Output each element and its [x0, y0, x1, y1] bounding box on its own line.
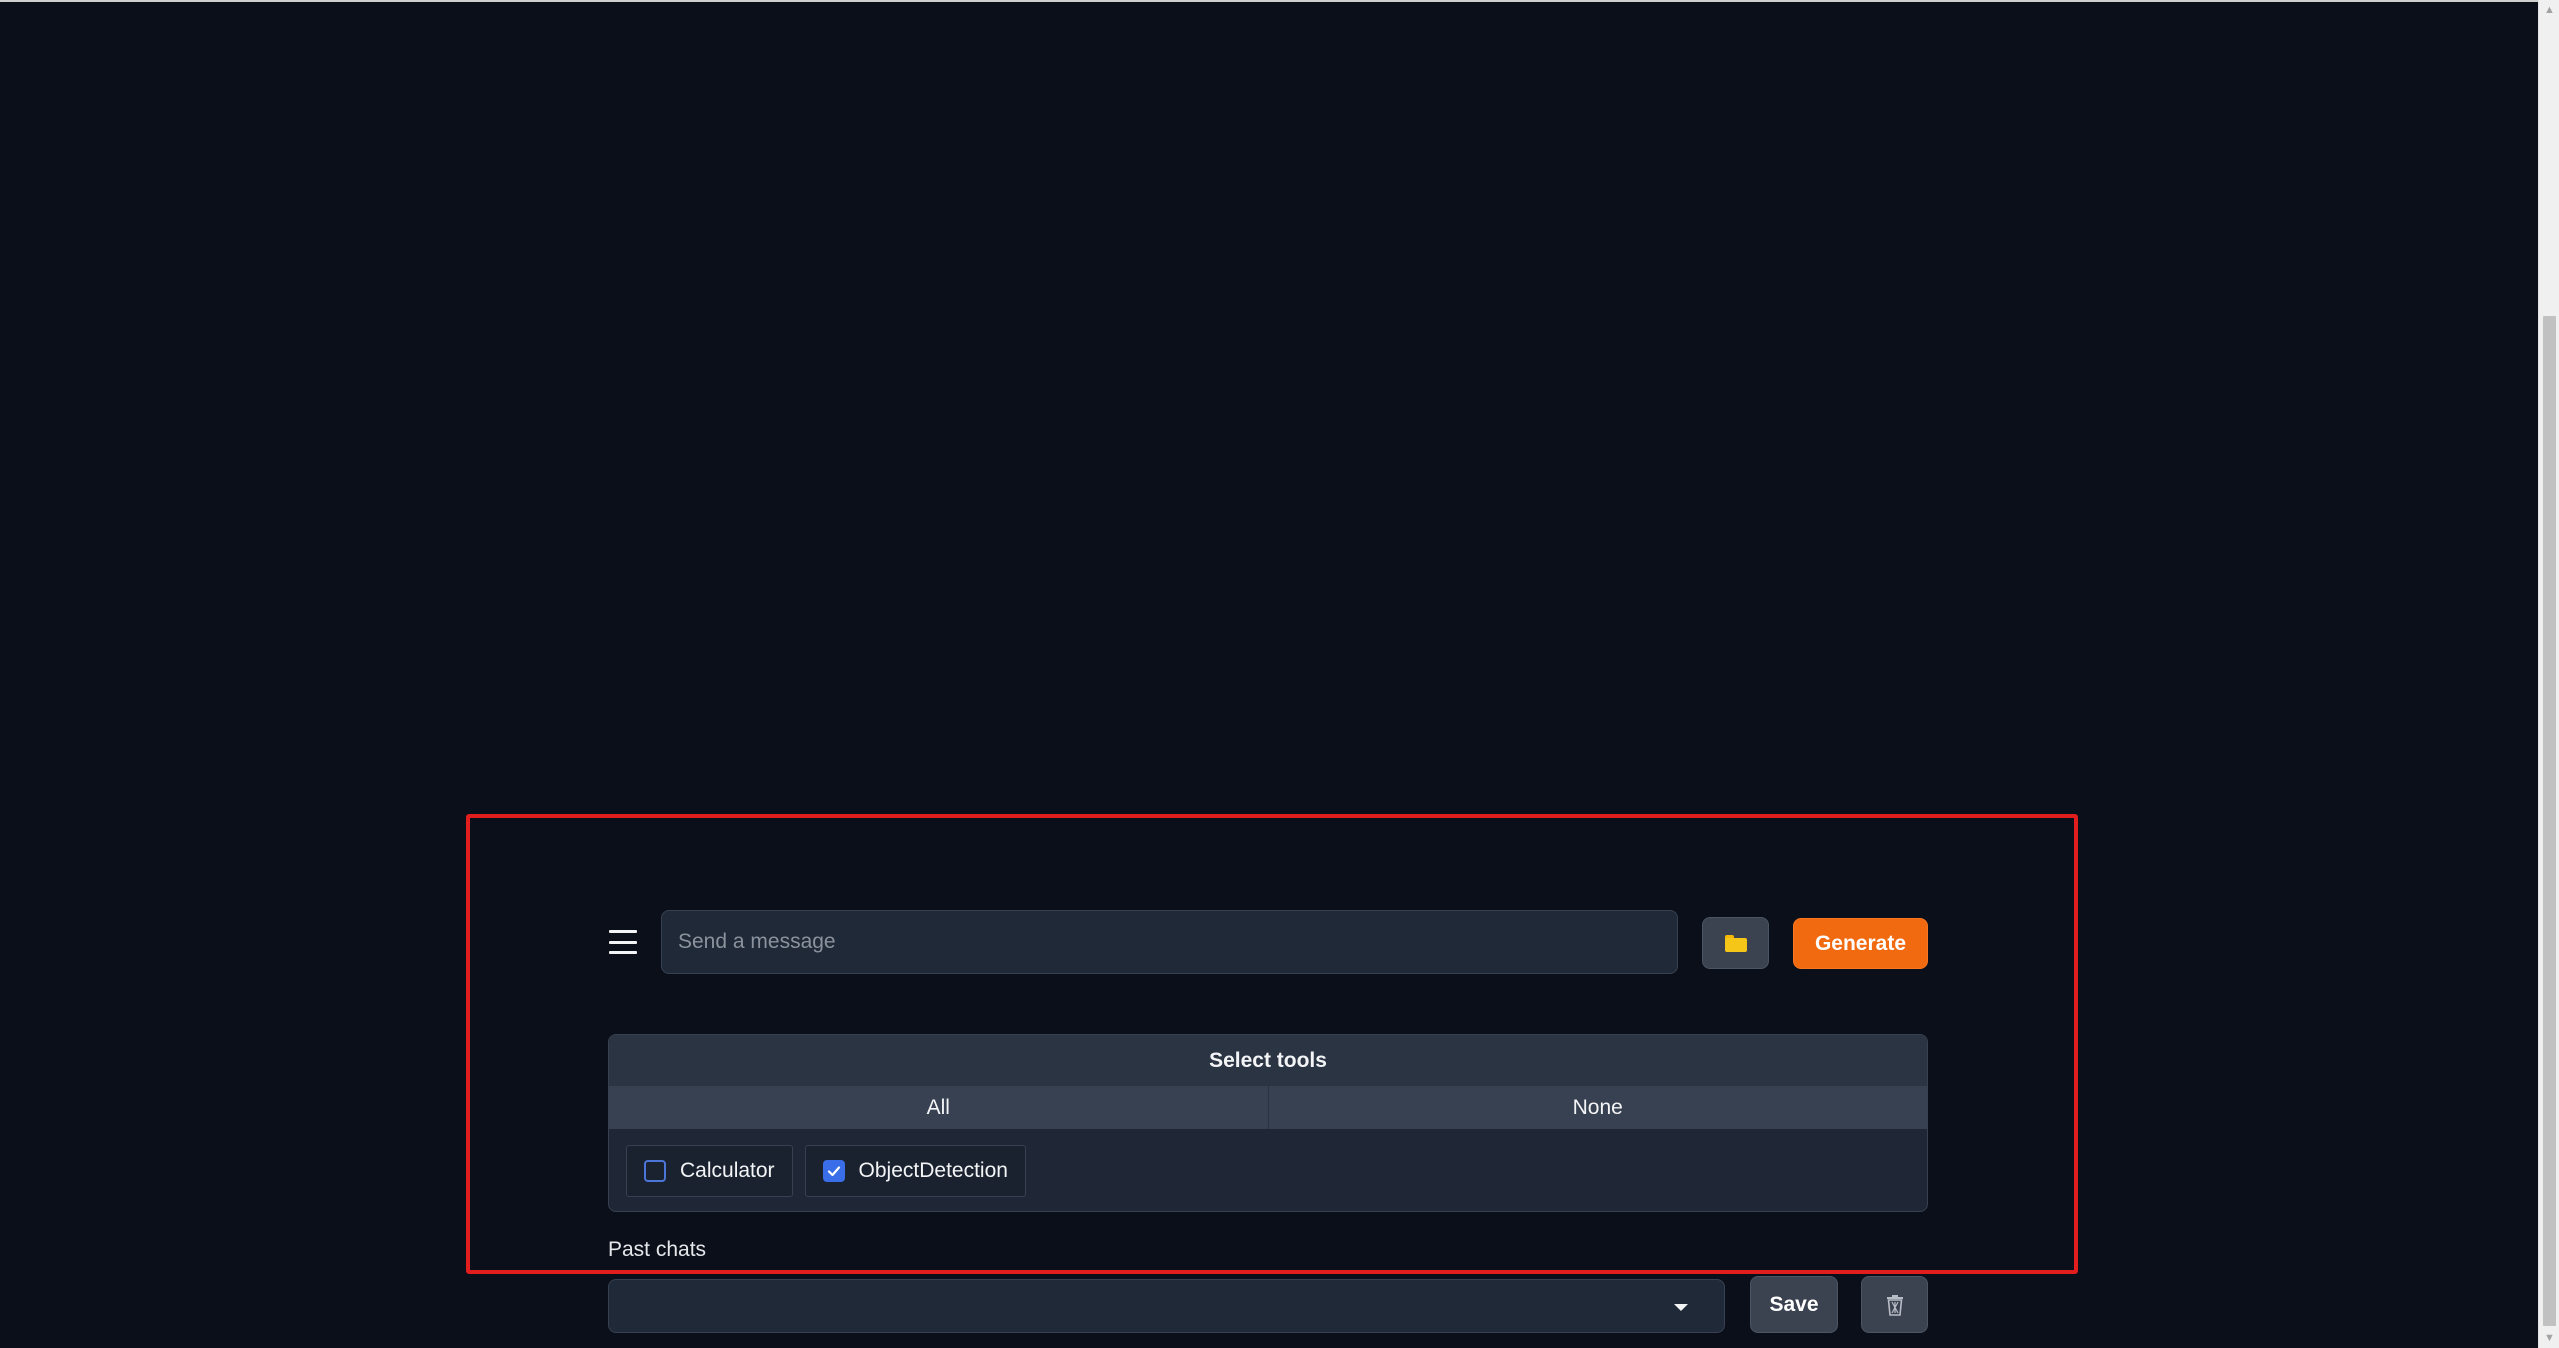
- save-chat-button[interactable]: Save: [1750, 1276, 1838, 1333]
- delete-chat-button[interactable]: [1861, 1276, 1928, 1333]
- message-input[interactable]: [661, 910, 1678, 974]
- tools-options: Calculator ObjectDetection: [609, 1129, 1927, 1211]
- scroll-up-icon[interactable]: ▲: [2539, 0, 2559, 20]
- select-no-tools-button[interactable]: None: [1267, 1086, 1927, 1129]
- tools-panel-title: Select tools: [609, 1035, 1927, 1086]
- tool-option-label: ObjectDetection: [858, 1159, 1008, 1182]
- upload-file-button[interactable]: [1702, 917, 1769, 969]
- generate-button[interactable]: Generate: [1793, 918, 1928, 969]
- past-chats-label: Past chats: [608, 1238, 707, 1261]
- objectdetection-checkbox[interactable]: [822, 1160, 845, 1182]
- scroll-down-icon[interactable]: ▼: [2539, 1328, 2559, 1348]
- tool-option-objectdetection[interactable]: ObjectDetection: [804, 1145, 1026, 1197]
- trash-icon: [1886, 1294, 1903, 1316]
- hamburger-menu-icon[interactable]: [609, 928, 637, 956]
- tools-panel: Select tools All None Calculator ObjectD…: [608, 1034, 1928, 1212]
- calculator-checkbox[interactable]: [644, 1160, 666, 1182]
- window-top-border: [0, 0, 2538, 2]
- check-icon: [827, 1166, 840, 1177]
- tool-option-calculator[interactable]: Calculator: [626, 1145, 793, 1197]
- past-chats-dropdown[interactable]: [608, 1279, 1725, 1333]
- tool-option-label: Calculator: [680, 1159, 775, 1182]
- page-scrollbar[interactable]: ▲ ▼: [2538, 0, 2559, 1348]
- select-all-tools-button[interactable]: All: [609, 1086, 1268, 1129]
- scrollbar-thumb[interactable]: [2543, 316, 2556, 1326]
- tools-toggle-row: All None: [609, 1086, 1927, 1129]
- chevron-down-icon: [1674, 1304, 1688, 1311]
- folder-icon: [1724, 934, 1747, 952]
